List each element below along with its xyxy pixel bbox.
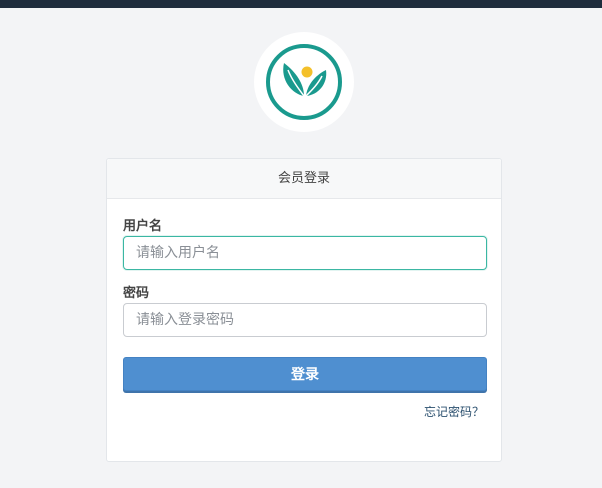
username-label: 用户名 xyxy=(123,219,163,234)
leaf-sun-logo-icon xyxy=(266,44,342,120)
password-label: 密码 xyxy=(123,286,150,301)
logo xyxy=(254,32,354,132)
username-input[interactable] xyxy=(123,236,487,270)
password-input[interactable] xyxy=(123,303,487,337)
login-button[interactable]: 登录 xyxy=(123,357,487,391)
card-title: 会员登录 xyxy=(107,159,501,199)
login-card: 会员登录 用户名 密码 登录 忘记密码？ xyxy=(106,158,502,462)
forgot-password-link[interactable]: 忘记密码？ xyxy=(424,403,484,420)
top-bar xyxy=(0,0,602,8)
